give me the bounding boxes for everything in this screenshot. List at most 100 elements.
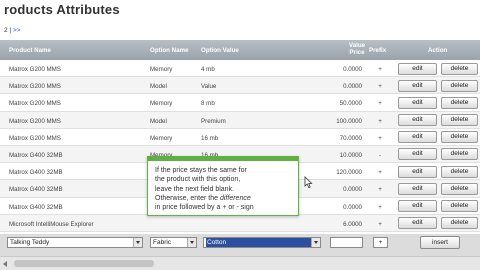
chevron-down-icon [187, 238, 196, 247]
header-action: Action [428, 47, 448, 54]
add-attribute-form: Talking Teddy Fabric Cotton + insert [0, 234, 480, 256]
prefix-cell: + [378, 100, 382, 108]
value-price-cell: 70.0000 [339, 134, 362, 142]
product-name-cell: Matrox G200 MMS [9, 134, 61, 142]
prefix-cell: + [378, 66, 382, 73]
delete-button[interactable]: delete [441, 114, 478, 127]
tooltip-line: If the price stays the same for [155, 167, 247, 174]
value-select-value: Cotton [206, 238, 311, 247]
edit-button[interactable]: edit [398, 79, 437, 92]
delete-button[interactable]: delete [441, 79, 478, 92]
option-name-cell: Model [150, 117, 167, 125]
product-name-cell: Matrox G400 32MB [9, 186, 63, 194]
chevron-down-icon [311, 238, 320, 247]
value-price-cell: 50.0000 [339, 100, 362, 108]
value-price-cell: 0.0000 [343, 83, 362, 91]
delete-button[interactable]: delete [441, 96, 478, 109]
header-value-price: Value Price [348, 42, 366, 56]
prefix-cell: + [378, 83, 382, 91]
edit-button[interactable]: edit [398, 114, 437, 127]
delete-button[interactable]: delete [441, 217, 478, 230]
header-option-name: Option Name [150, 47, 189, 54]
product-name-cell: Matrox G200 MMS [9, 83, 61, 91]
value-price-cell: 100.0000 [336, 117, 362, 125]
product-name-cell: Matrox G200 MMS [9, 117, 61, 125]
edit-button[interactable]: edit [398, 200, 437, 212]
table-row: Matrox G200 MMS Model Value 0.0000 + edi… [0, 77, 480, 95]
value-price-cell: 0.0000 [343, 186, 362, 194]
edit-button[interactable]: edit [398, 96, 437, 109]
table-row: Matrox G200 MMS Memory 8 mb 50.0000 + ed… [0, 94, 480, 112]
table-row: Matrox G200 MMS Model Premium 100.0000 +… [0, 111, 480, 129]
product-name-cell: Matrox G200 MMS [9, 100, 61, 108]
value-price-cell: 6.0000 [343, 220, 362, 228]
edit-button[interactable]: edit [398, 217, 437, 230]
edit-button[interactable]: edit [398, 131, 437, 144]
help-tooltip: If the price stays the same for the prod… [147, 156, 299, 216]
product-name-cell: Matrox G400 32MB [9, 169, 63, 177]
prefix-cell: + [378, 134, 382, 142]
edit-button[interactable]: edit [398, 165, 437, 178]
scrollbar-thumb[interactable] [14, 260, 154, 267]
table-row: Microsoft IntelliMouse Explorer 6.0000 +… [0, 214, 480, 232]
tooltip-text: Otherwise, enter the [155, 194, 220, 202]
option-value-cell: 16 mb [201, 134, 219, 142]
option-name-cell: Memory [150, 134, 173, 142]
value-price-cell: 0.0000 [343, 66, 362, 73]
table-header: Product Name Option Name Option Value Va… [0, 40, 480, 60]
header-product-name: Product Name [9, 47, 51, 54]
scroll-left-icon[interactable] [2, 260, 10, 268]
edit-button[interactable]: edit [398, 148, 437, 161]
header-option-value: Option Value [201, 47, 239, 54]
prefix-cell: - [378, 151, 382, 159]
delete-button[interactable]: delete [441, 148, 478, 161]
prefix-cell: + [378, 220, 382, 228]
option-select[interactable]: Fabric [150, 237, 197, 248]
prefix-input[interactable]: + [373, 237, 388, 248]
pagination: 2 | >> [4, 27, 21, 34]
option-value-cell: 8 mb [201, 100, 215, 108]
product-name-cell: Microsoft IntelliMouse Explorer [9, 220, 94, 228]
delete-button[interactable]: delete [441, 62, 478, 75]
value-price-cell: 0.0000 [343, 203, 362, 211]
page-title: roducts Attributes [4, 2, 120, 17]
prefix-cell: + [378, 203, 382, 211]
delete-button[interactable]: delete [441, 182, 478, 195]
product-name-cell: Matrox G400 32MB [9, 203, 63, 211]
option-value-cell: Premium [201, 117, 226, 125]
tooltip-line: leave the next field blank. [155, 185, 234, 193]
edit-button[interactable]: edit [398, 62, 437, 75]
product-name-cell: Matrox G200 MMS [9, 66, 61, 73]
option-value-cell: Value [201, 83, 217, 91]
delete-button[interactable]: delete [441, 200, 478, 212]
option-name-cell: Memory [150, 100, 173, 108]
delete-button[interactable]: delete [441, 131, 478, 144]
prefix-cell: + [378, 169, 382, 177]
prefix-cell: + [378, 186, 382, 194]
tooltip-line: the product with this option, [155, 176, 241, 184]
product-select-value: Talking Teddy [10, 239, 50, 246]
insert-button[interactable]: insert [420, 236, 460, 249]
option-select-value: Fabric [153, 239, 172, 246]
product-select[interactable]: Talking Teddy [7, 237, 143, 248]
price-input[interactable] [330, 237, 363, 248]
tooltip-emphasis: difference [219, 194, 251, 202]
product-name-cell: Matrox G400 32MB [9, 151, 63, 159]
option-name-cell: Memory [150, 66, 173, 73]
header-prefix: Prefix [369, 47, 387, 54]
delete-button[interactable]: delete [441, 165, 478, 178]
tooltip-line: in price followed by a + or - sign [155, 204, 254, 212]
value-price-cell: 120.0000 [336, 169, 362, 177]
value-price-cell: 10.0000 [339, 151, 362, 159]
pager-next-link[interactable]: >> [13, 27, 21, 34]
mouse-cursor-icon [304, 176, 313, 189]
chevron-down-icon [133, 238, 142, 247]
tooltip-line: Otherwise, enter the difference [155, 194, 291, 203]
table-row: Matrox G200 MMS Memory 16 mb 70.0000 + e… [0, 128, 480, 146]
edit-button[interactable]: edit [398, 182, 437, 195]
table-row: Matrox G200 MMS Memory 4 mb 0.0000 + edi… [0, 60, 480, 78]
option-name-cell: Model [150, 83, 167, 91]
value-select[interactable]: Cotton [203, 237, 321, 248]
option-value-cell: 4 mb [201, 66, 215, 73]
horizontal-scrollbar[interactable] [0, 256, 480, 270]
